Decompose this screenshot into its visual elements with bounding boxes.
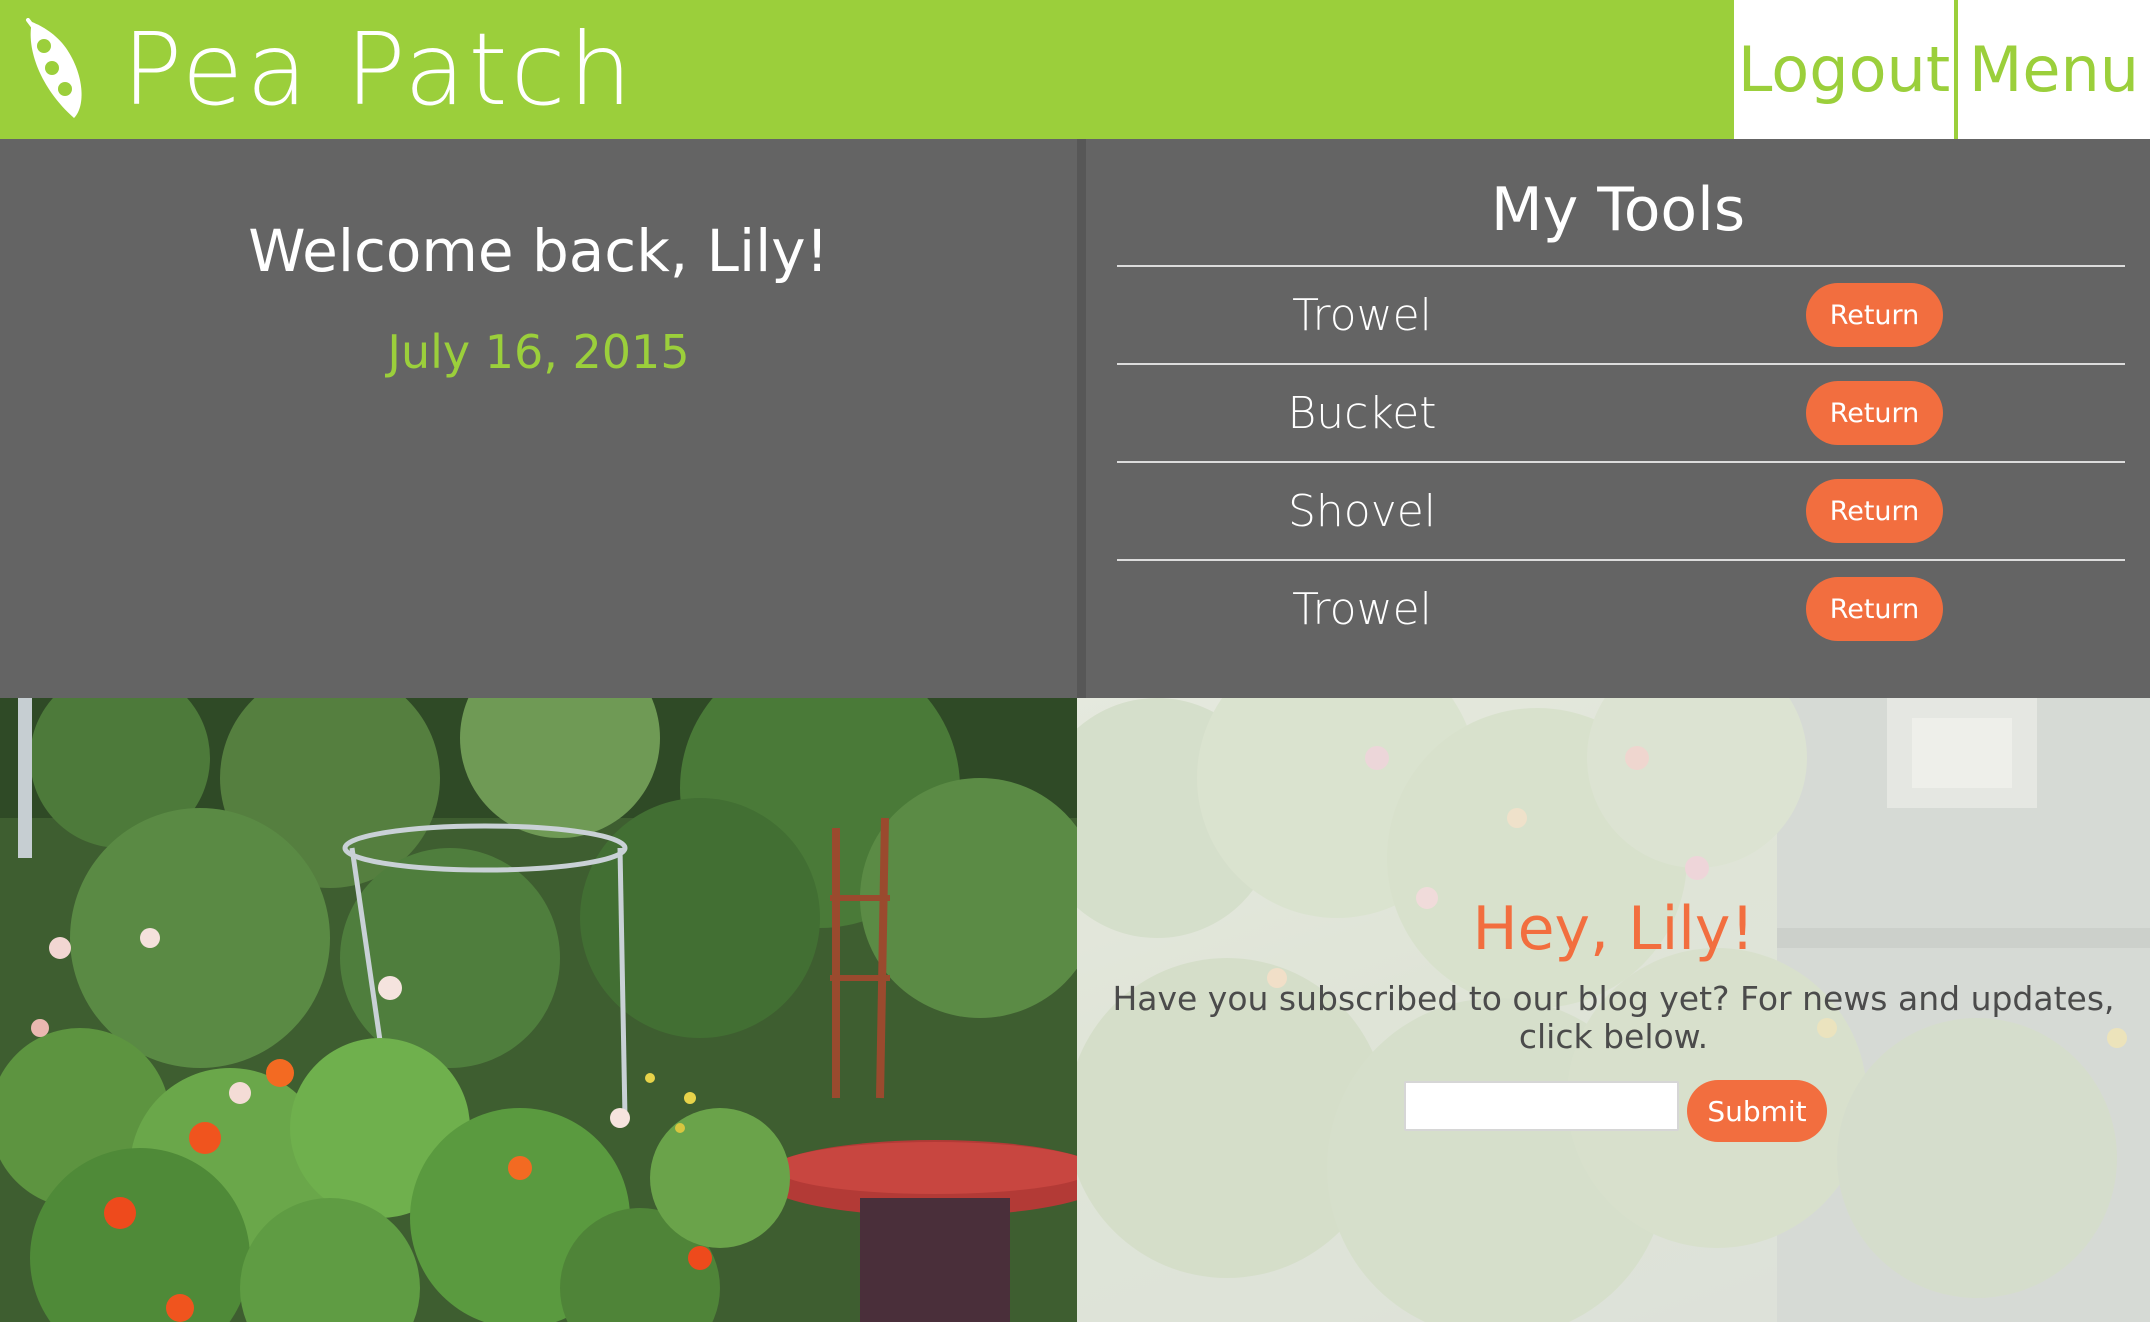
- blog-greeting: Hey, Lily!: [1472, 894, 1755, 964]
- return-button[interactable]: Return: [1806, 283, 1943, 347]
- blog-message: Have you subscribed to our blog yet? For…: [1112, 979, 2115, 1056]
- garden-photo: [0, 698, 1077, 1322]
- tool-row: Shovel Return: [1117, 463, 2125, 561]
- panel-divider: [1077, 139, 1086, 698]
- tool-row: Trowel Return: [1117, 561, 2125, 659]
- return-button[interactable]: Return: [1806, 577, 1943, 641]
- tool-row: Trowel Return: [1117, 267, 2125, 365]
- submit-button[interactable]: Submit: [1687, 1080, 1827, 1142]
- current-date: July 16, 2015: [387, 325, 690, 379]
- tool-name: Trowel: [1292, 583, 1432, 635]
- tool-row: Bucket Return: [1117, 365, 2125, 463]
- tool-name: Bucket: [1287, 387, 1437, 439]
- menu-button[interactable]: Menu: [1958, 0, 2150, 139]
- welcome-heading: Welcome back, Lily!: [248, 217, 829, 285]
- logout-button[interactable]: Logout: [1734, 0, 1954, 139]
- top-header: Pea Patch Logout Menu: [0, 0, 2150, 139]
- brand-title[interactable]: Pea Patch: [122, 8, 635, 132]
- my-tools-title: My Tools: [1490, 175, 1746, 245]
- my-tools-panel: My Tools Trowel Return Bucket Return Sho…: [1086, 139, 2150, 698]
- tool-name: Shovel: [1287, 485, 1437, 537]
- welcome-panel: Welcome back, Lily! July 16, 2015: [0, 139, 1077, 698]
- blog-signup-section: Hey, Lily! Have you subscribed to our bl…: [1077, 698, 2150, 1322]
- subscribe-email-input[interactable]: [1404, 1081, 1679, 1131]
- return-button[interactable]: Return: [1806, 381, 1943, 445]
- pea-pod-icon: [26, 18, 82, 118]
- tool-name: Trowel: [1292, 289, 1432, 341]
- tools-list: Trowel Return Bucket Return Shovel Retur…: [1117, 265, 2125, 659]
- return-button[interactable]: Return: [1806, 479, 1943, 543]
